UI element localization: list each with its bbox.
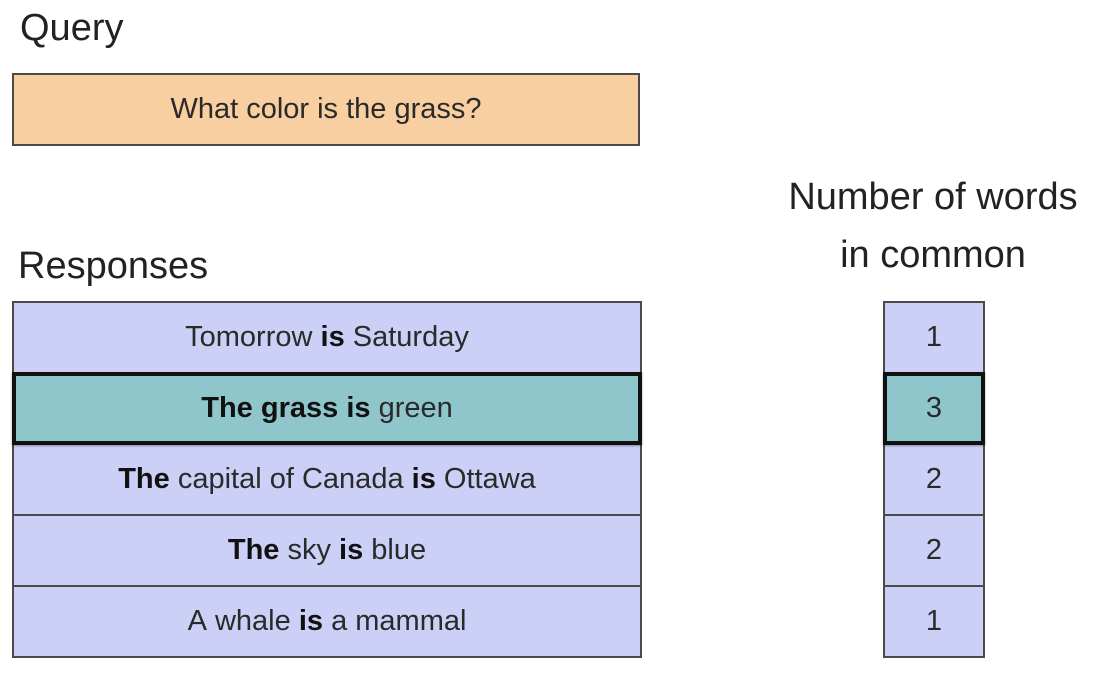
word-count-value: 1 — [925, 605, 943, 637]
response-row-selected: The grass is green — [12, 372, 642, 445]
response-row: The sky is blue — [12, 514, 642, 587]
response-word: Saturday — [352, 321, 469, 353]
word-count-cell: 2 — [883, 443, 985, 516]
responses-list: Tomorrow is Saturday The grass is green Th… — [12, 301, 642, 658]
word-count-cell-selected: 3 — [883, 372, 985, 445]
response-row: The capital of Canada is Ottawa — [12, 443, 642, 516]
word-count-list: 1 3 2 2 1 — [883, 301, 985, 658]
response-word: mammal — [355, 605, 467, 637]
word-count-cell: 2 — [883, 514, 985, 587]
word-count-heading-line1: Number of words — [788, 176, 1078, 218]
common-word: is — [339, 534, 364, 566]
common-word: The — [227, 534, 280, 566]
word-count-cell: 1 — [883, 585, 985, 658]
word-count-value: 2 — [925, 463, 943, 495]
word-count-value: 1 — [925, 321, 943, 353]
common-word: grass — [260, 392, 339, 424]
response-row: Tomorrow is Saturday — [12, 301, 642, 374]
common-word: The — [201, 392, 253, 424]
common-word: is — [298, 605, 323, 637]
word-count-value: 2 — [925, 534, 943, 566]
response-word: Ottawa — [443, 463, 536, 495]
response-word: of — [269, 463, 294, 495]
response-word: a — [331, 605, 348, 637]
common-word: The — [118, 463, 170, 495]
common-word: is — [346, 392, 371, 424]
query-text: What color is the grass? — [170, 93, 482, 125]
word-count-heading-line2: in common — [840, 234, 1026, 276]
response-word: blue — [371, 534, 427, 566]
common-word: is — [411, 463, 436, 495]
response-row: A whale is a mammal — [12, 585, 642, 658]
common-word: is — [320, 321, 345, 353]
responses-heading: Responses — [18, 245, 209, 287]
word-count-heading: Number of words in common — [748, 168, 1118, 284]
response-word: green — [378, 392, 453, 424]
response-word: Tomorrow — [185, 321, 313, 353]
query-heading: Query — [20, 7, 124, 49]
response-word: sky — [287, 534, 331, 566]
query-box: What color is the grass? — [12, 73, 640, 146]
word-count-value: 3 — [925, 392, 943, 424]
response-word: A — [187, 605, 207, 637]
response-word: capital — [177, 463, 262, 495]
response-word: whale — [214, 605, 291, 637]
word-count-cell: 1 — [883, 301, 985, 374]
response-word: Canada — [301, 463, 404, 495]
